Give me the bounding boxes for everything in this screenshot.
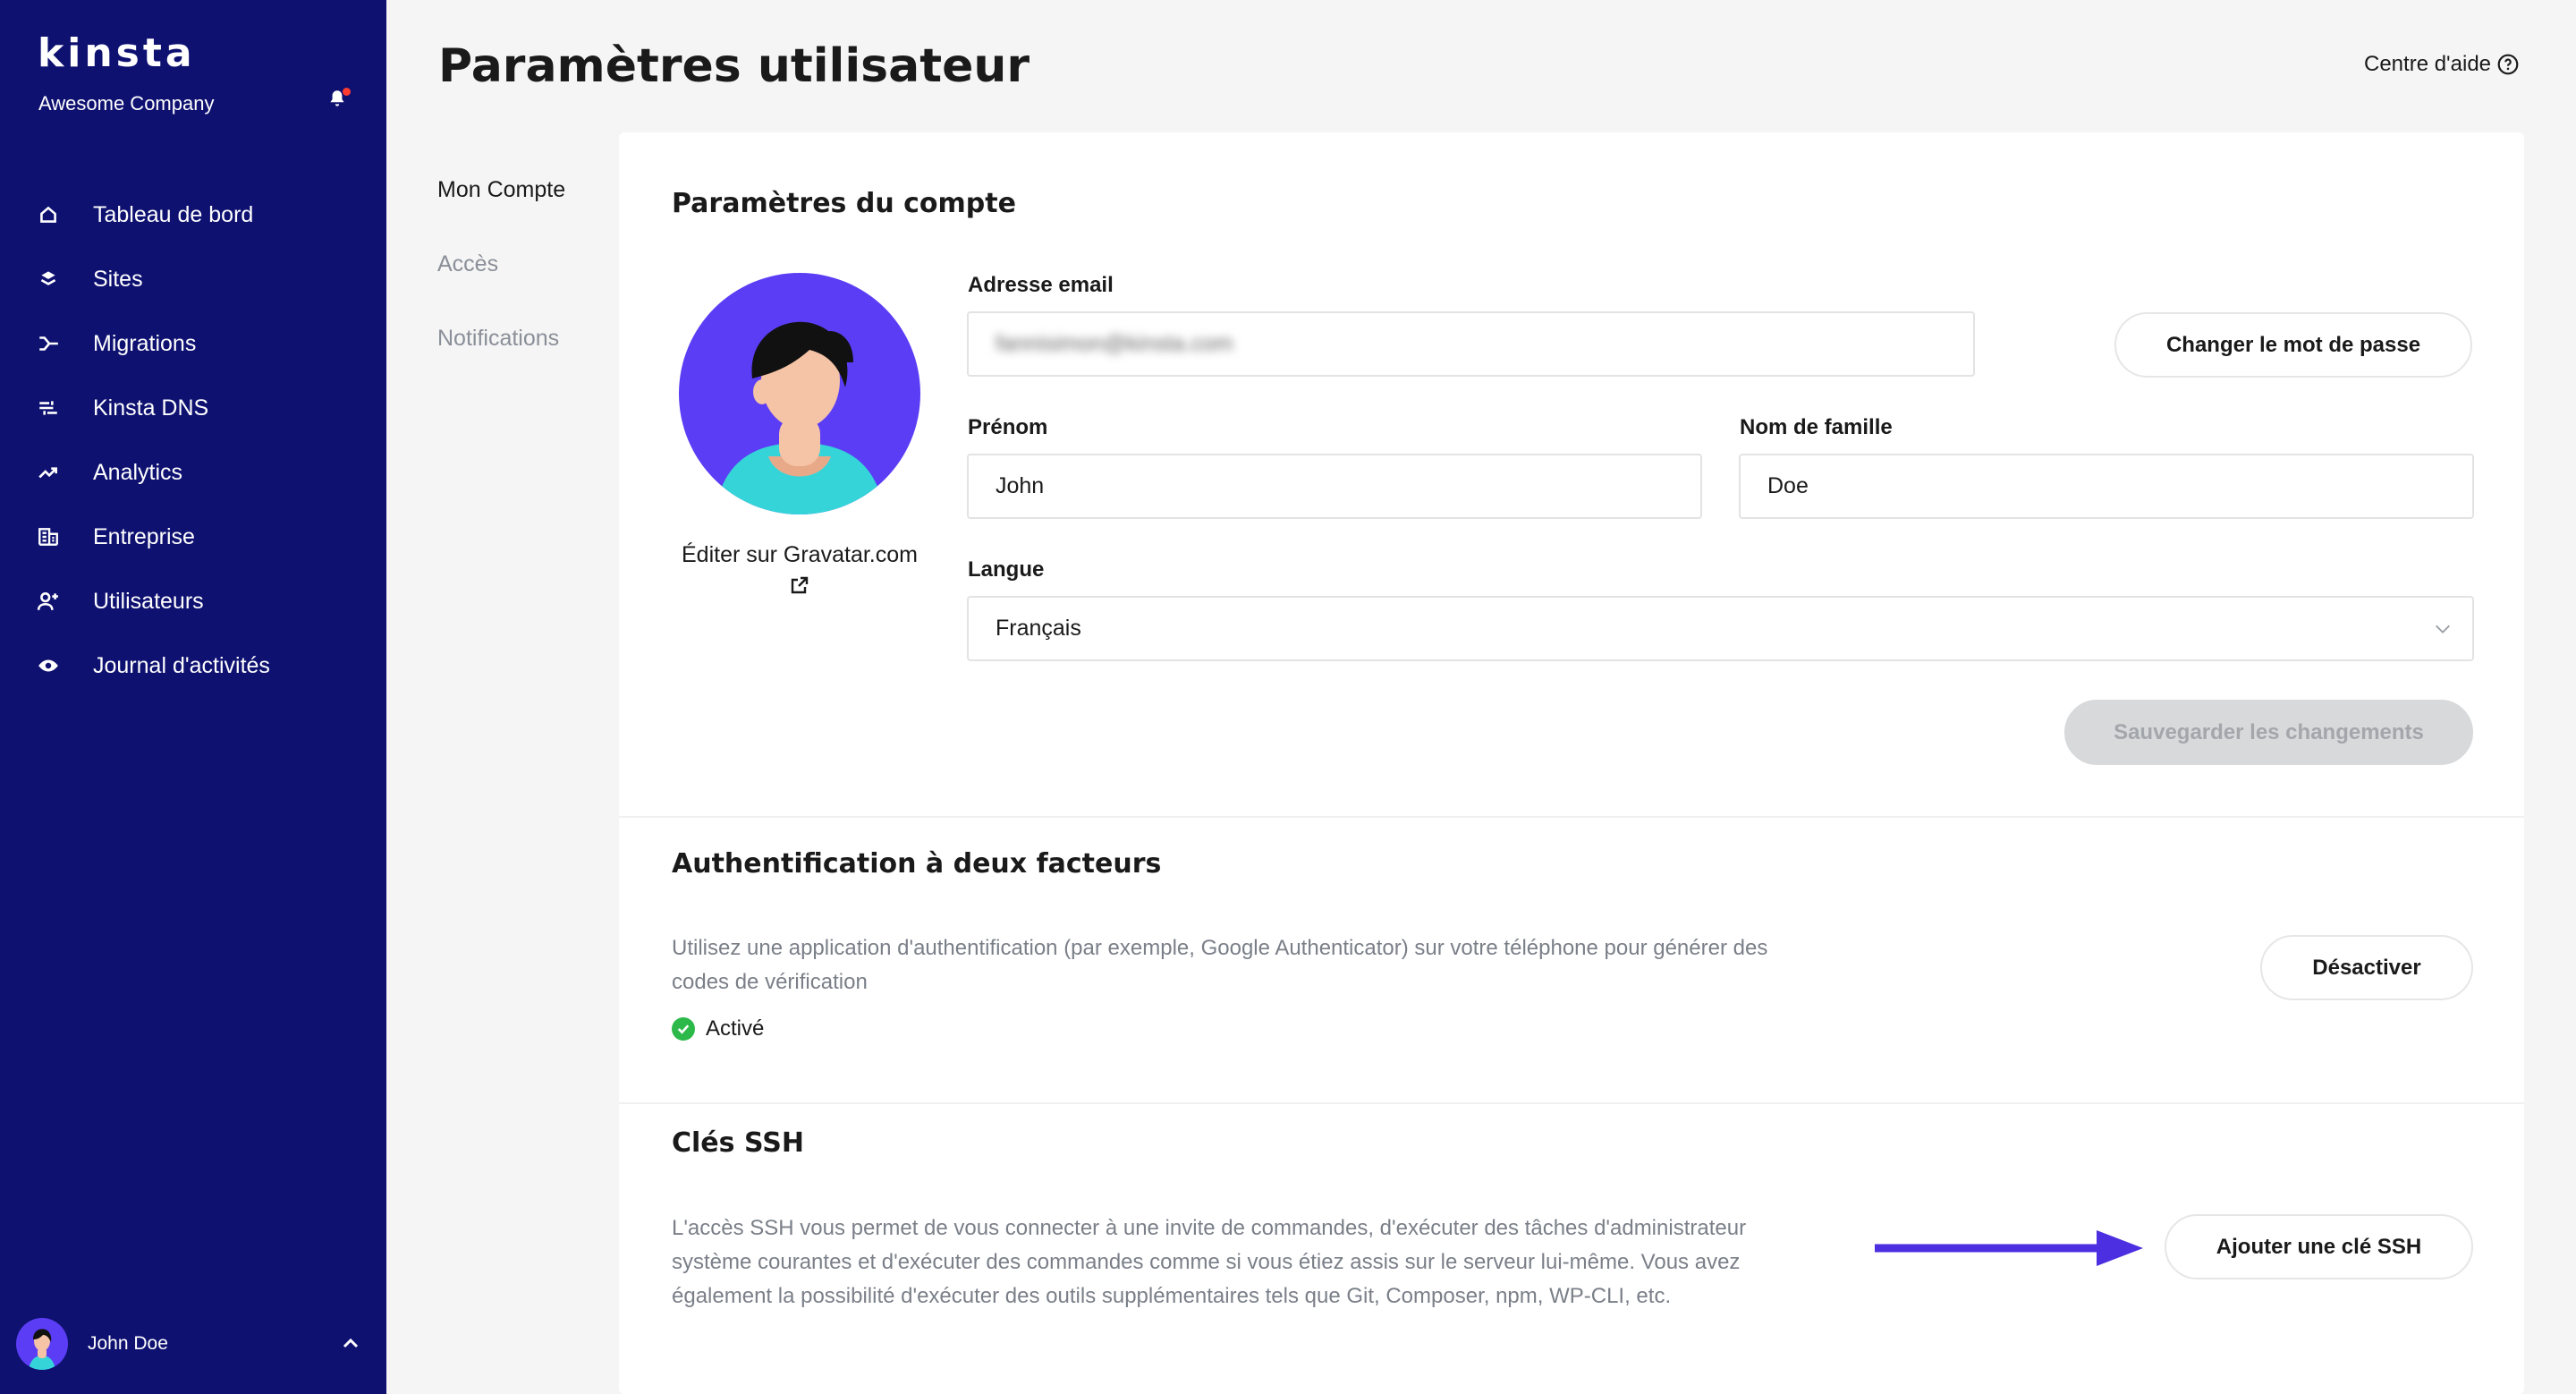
layers-icon [36, 267, 61, 292]
save-changes-button[interactable]: Sauvegarder les changements [2064, 700, 2473, 765]
sidebar-item-sites[interactable]: Sites [0, 247, 386, 311]
ssh-description-line: également la possibilité d'exécuter des … [672, 1284, 1672, 1308]
subnav-access[interactable]: Accès [437, 251, 565, 326]
language-select[interactable]: Français [967, 596, 2474, 661]
lastname-label: Nom de famille [1740, 415, 1893, 439]
ssh-description: L'accès SSH vous permet de vous connecte… [672, 1211, 1746, 1313]
firstname-label: Prénom [968, 415, 1048, 439]
sidebar-item-activity-log[interactable]: Journal d'activités [0, 633, 386, 698]
sidebar-item-migrations[interactable]: Migrations [0, 311, 386, 376]
kinsta-logo[interactable]: kinsta [38, 30, 196, 76]
sidebar-item-dns[interactable]: Kinsta DNS [0, 376, 386, 440]
help-center-link[interactable]: Centre d'aide [2364, 52, 2520, 77]
lastname-value: Doe [1767, 473, 1809, 498]
disable-2fa-button[interactable]: Désactiver [2260, 935, 2473, 1000]
sidebar-item-label: Analytics [93, 459, 183, 485]
subnav-notifications[interactable]: Notifications [437, 326, 565, 400]
sidebar-item-label: Entreprise [93, 523, 195, 549]
add-ssh-key-button[interactable]: Ajouter une clé SSH [2165, 1214, 2473, 1279]
home-icon [36, 202, 61, 227]
section-divider [619, 1102, 2524, 1104]
chevron-down-icon [2436, 625, 2450, 633]
avatar [16, 1318, 68, 1370]
section-divider [619, 816, 2524, 818]
building-icon [36, 524, 61, 549]
page-title: Paramètres utilisateur [438, 39, 1030, 93]
sidebar-item-company[interactable]: Entreprise [0, 505, 386, 569]
user-menu[interactable]: John Doe [16, 1317, 370, 1371]
subnav-my-account[interactable]: Mon Compte [437, 177, 565, 251]
ssh-description-line: système courantes et d'exécuter des comm… [672, 1250, 1741, 1274]
question-icon [2497, 54, 2519, 75]
language-label: Langue [968, 557, 1045, 582]
account-section-title: Paramètres du compte [672, 188, 1016, 219]
trend-icon [36, 460, 61, 485]
twofa-description-line: Utilisez une application d'authentificat… [672, 936, 1768, 960]
gravatar-link[interactable]: Éditer sur Gravatar.com [619, 542, 980, 568]
sidebar: kinsta Awesome Company Tableau de bord S… [0, 0, 386, 1394]
sidebar-item-label: Tableau de bord [93, 201, 254, 227]
company-name: Awesome Company [38, 92, 215, 115]
profile-avatar [679, 273, 920, 514]
check-circle-icon [672, 1017, 695, 1041]
arrow-right-icon [1875, 1230, 2143, 1266]
sidebar-item-label: Migrations [93, 330, 197, 356]
help-center-label: Centre d'aide [2364, 52, 2492, 76]
sidebar-item-dashboard[interactable]: Tableau de bord [0, 183, 386, 247]
email-label: Adresse email [968, 273, 1114, 297]
sidebar-item-label: Kinsta DNS [93, 395, 209, 421]
email-value: fannisimon@kinsta.com [996, 331, 1233, 356]
account-subnav: Mon Compte Accès Notifications [437, 177, 565, 400]
ssh-description-line: L'accès SSH vous permet de vous connecte… [672, 1216, 1747, 1240]
sidebar-item-label: Sites [93, 266, 143, 292]
sidebar-item-users[interactable]: Utilisateurs [0, 569, 386, 633]
email-field[interactable]: fannisimon@kinsta.com [967, 311, 1975, 377]
twofa-status: Activé [672, 1016, 764, 1041]
notification-dot [343, 88, 351, 96]
ssh-section-title: Clés SSH [672, 1127, 804, 1159]
eye-icon [36, 653, 61, 678]
sidebar-item-analytics[interactable]: Analytics [0, 440, 386, 505]
lastname-field[interactable]: Doe [1739, 454, 2474, 519]
change-password-button[interactable]: Changer le mot de passe [2114, 312, 2472, 378]
dns-icon [36, 395, 61, 421]
sidebar-item-label: Journal d'activités [93, 652, 270, 678]
twofa-description: Utilisez une application d'authentificat… [672, 931, 1767, 999]
firstname-field[interactable]: John [967, 454, 1702, 519]
firstname-value: John [996, 473, 1045, 498]
twofa-description-line: codes de vérification [672, 970, 868, 994]
settings-card: Paramètres du compte Éditer sur Gravatar… [619, 132, 2524, 1394]
sidebar-nav: Tableau de bord Sites Migrations Kinsta … [0, 183, 386, 698]
user-name: John Doe [88, 1333, 168, 1354]
language-value: Français [996, 616, 1081, 641]
twofa-status-label: Activé [706, 1016, 765, 1041]
twofa-section-title: Authentification à deux facteurs [672, 848, 1162, 880]
add-user-icon [36, 589, 61, 614]
migrate-icon [36, 331, 61, 356]
external-link-icon[interactable] [789, 574, 810, 596]
sidebar-item-label: Utilisateurs [93, 588, 204, 614]
chevron-up-icon[interactable] [340, 1333, 361, 1355]
